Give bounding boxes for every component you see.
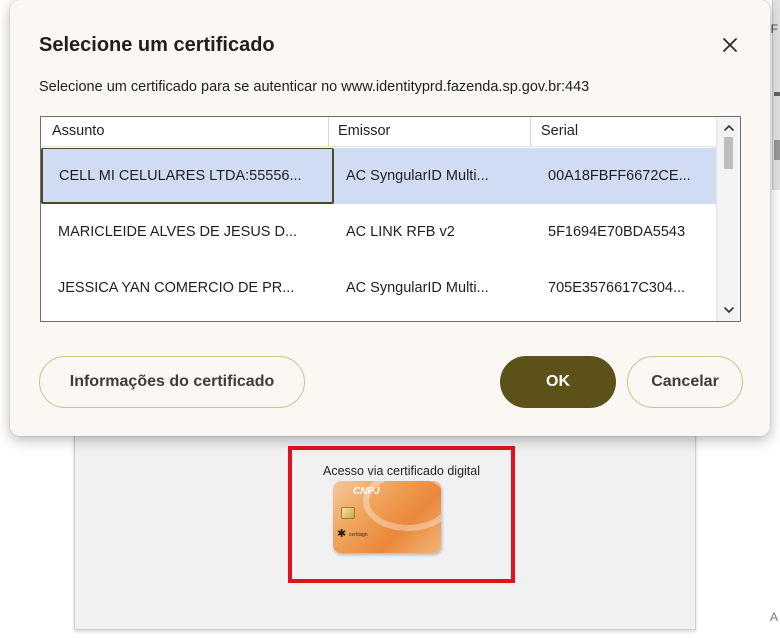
scrollbar-thumb[interactable] (724, 137, 733, 169)
dialog-title: Selecione um certificado (39, 34, 275, 56)
card-cnpj-text: CNPJ (353, 486, 380, 497)
table-row[interactable]: MARICLEIDE ALVES DE JESUS D... AC LINK R… (41, 204, 717, 260)
certificate-dialog: Selecione um certificado Selecione um ce… (10, 0, 770, 436)
cell-serial: 00A18FBFF6672CE... (548, 168, 691, 184)
background-edge-text: F (770, 22, 778, 36)
table-row[interactable]: JESSICA YAN COMERCIO DE PR... AC Syngula… (41, 260, 717, 316)
table-body: CELL MI CELULARES LTDA:55556... AC Syngu… (41, 148, 717, 316)
certificate-access-label: Acesso via certificado digital (322, 464, 481, 478)
cell-subject: MARICLEIDE ALVES DE JESUS D... (58, 224, 298, 240)
cell-issuer: AC SyngularID Multi... (346, 168, 489, 184)
card-chip-icon (341, 507, 355, 519)
column-header-subject[interactable]: Assunto (41, 117, 329, 147)
cnpj-card-image[interactable]: CNPJ ✱ certisign (333, 481, 441, 553)
column-header-issuer[interactable]: Emissor (329, 117, 531, 147)
cell-issuer: AC LINK RFB v2 (346, 224, 455, 240)
digital-certificate-access[interactable]: Acesso via certificado digital CNPJ ✱ ce… (288, 446, 515, 583)
ok-button[interactable]: OK (500, 356, 616, 408)
background-edge-text: A (769, 610, 778, 624)
close-button[interactable] (718, 33, 742, 57)
cell-subject: CELL MI CELULARES LTDA:55556... (41, 148, 334, 204)
table-row[interactable]: CELL MI CELULARES LTDA:55556... AC Syngu… (41, 148, 717, 204)
certificate-table: Assunto Emissor Serial CELL MI CELULARES… (40, 116, 741, 322)
background-page-mark (774, 92, 780, 96)
chevron-down-icon (723, 307, 734, 313)
cell-issuer: AC SyngularID Multi... (346, 280, 489, 296)
cell-serial: 5F1694E70BDA5543 (548, 224, 686, 240)
scroll-up-button[interactable] (717, 119, 740, 137)
chevron-up-icon (723, 125, 734, 131)
column-header-serial[interactable]: Serial (531, 117, 717, 147)
cell-subject: JESSICA YAN COMERCIO DE PR... (58, 280, 295, 296)
table-scrollbar[interactable] (716, 117, 740, 321)
card-brand-text: certisign (349, 532, 368, 538)
close-icon (723, 38, 737, 52)
cell-serial: 705E3576617C304... (548, 280, 686, 296)
table-header: Assunto Emissor Serial (41, 117, 717, 147)
cancel-button[interactable]: Cancelar (627, 356, 743, 408)
background-page-mark (774, 140, 780, 160)
certificate-info-button[interactable]: Informações do certificado (39, 356, 305, 408)
dialog-subtitle: Selecione um certificado para se autenti… (39, 79, 590, 95)
star-icon: ✱ (337, 528, 347, 540)
scroll-down-button[interactable] (717, 301, 740, 319)
